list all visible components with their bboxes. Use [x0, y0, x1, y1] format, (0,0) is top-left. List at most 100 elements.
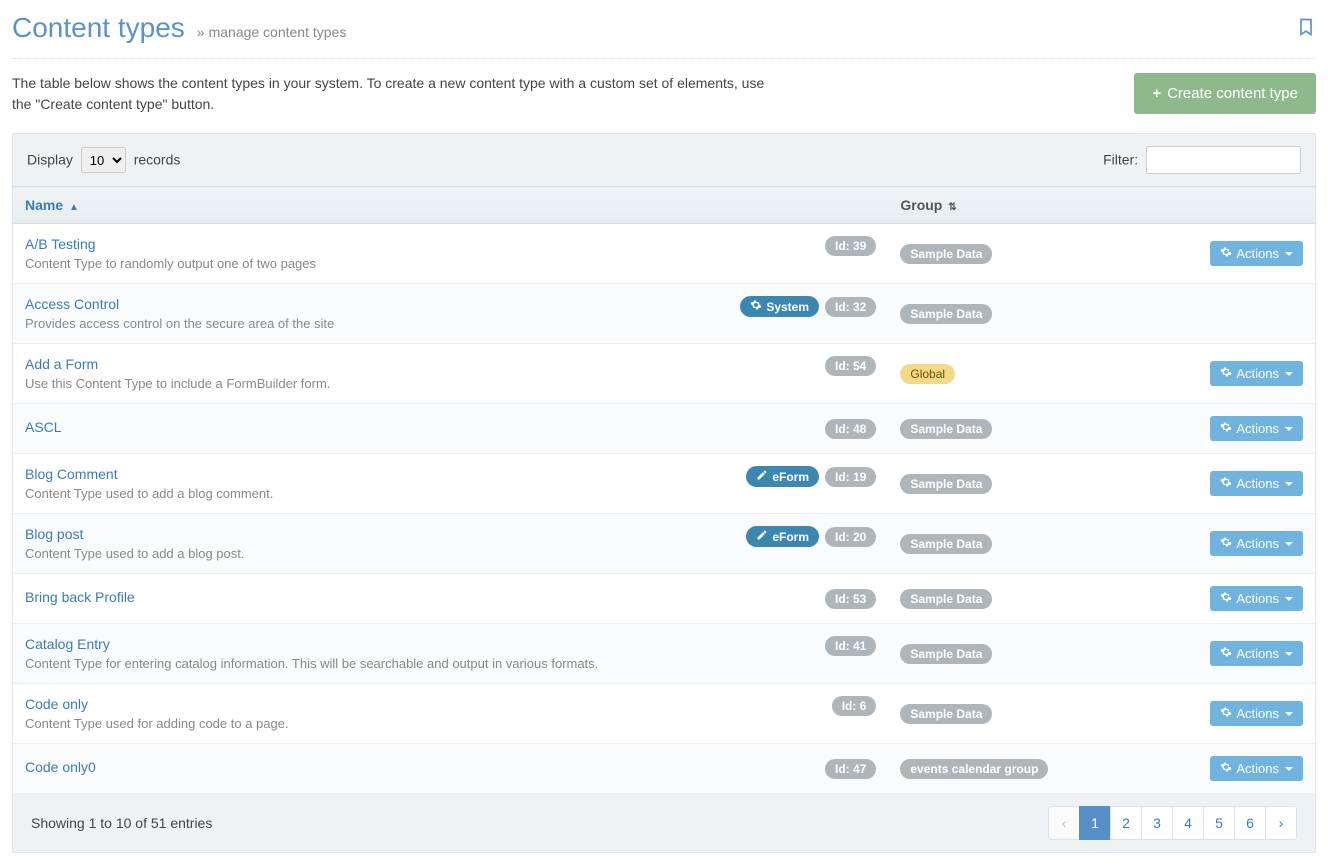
actions-label: Actions — [1236, 591, 1279, 606]
id-badge: Id: 32 — [825, 297, 876, 317]
table-row: Blog postContent Type used to add a blog… — [13, 514, 1315, 574]
table-row: A/B Testing Content Type to randomly outp… — [13, 224, 1315, 284]
gear-icon — [1220, 591, 1232, 606]
gear-icon — [1220, 476, 1232, 491]
content-type-name-link[interactable]: Catalog Entry — [25, 636, 809, 652]
group-cell: Sample Data — [888, 624, 1198, 684]
page-subtitle: »manage content types — [197, 24, 347, 40]
bookmark-icon[interactable] — [1296, 17, 1316, 43]
actions-button[interactable]: Actions — [1210, 531, 1303, 556]
name-cell: Blog Comment Content Type used to add a b… — [13, 454, 888, 514]
plus-icon: + — [1152, 85, 1161, 102]
pagination-page[interactable]: 3 — [1141, 806, 1173, 840]
group-badge: Sample Data — [900, 244, 992, 264]
row-tags: Id: 47 — [825, 759, 876, 779]
group-cell: Sample Data — [888, 514, 1198, 574]
actions-cell: Actions — [1198, 404, 1315, 454]
caret-down-icon — [1285, 712, 1293, 716]
table-row: Catalog Entry Content Type for entering c… — [13, 624, 1315, 684]
pagination-page[interactable]: 2 — [1110, 806, 1142, 840]
group-cell: Sample Data — [888, 684, 1198, 744]
row-tags: Id: 41 — [825, 636, 876, 656]
group-cell: events calendar group — [888, 744, 1198, 794]
filter-control: Filter: — [1103, 146, 1301, 174]
chevron-right-icon: » — [197, 24, 205, 40]
group-cell: Sample Data — [888, 454, 1198, 514]
row-tags: System Id: 32 — [740, 296, 876, 317]
actions-cell — [1198, 284, 1315, 344]
actions-button[interactable]: Actions — [1210, 241, 1303, 266]
content-type-name-link[interactable]: Code only — [25, 696, 816, 712]
pagination-page[interactable]: 1 — [1079, 806, 1111, 840]
caret-down-icon — [1285, 767, 1293, 771]
name-cell: Blog postContent Type used to add a blog… — [13, 514, 888, 574]
page-subtitle-text: manage content types — [209, 24, 347, 40]
table-row: Bring back ProfileId: 53Sample DataActio… — [13, 574, 1315, 624]
group-badge: events calendar group — [900, 759, 1048, 779]
pagination-page[interactable]: 6 — [1234, 806, 1266, 840]
column-header-group[interactable]: Group ⇅ — [888, 187, 1198, 224]
content-type-description: Content Type to randomly output one of t… — [25, 256, 809, 271]
table-panel: Display 10 records Filter: Name ▲ Group … — [12, 133, 1316, 853]
group-badge: Sample Data — [900, 534, 992, 554]
pagination-next[interactable]: › — [1265, 806, 1297, 840]
intro-row: The table below shows the content types … — [12, 73, 1316, 115]
gear-icon — [1220, 706, 1232, 721]
content-type-description: Content Type used to add a blog comment. — [25, 486, 730, 501]
name-cell: Bring back ProfileId: 53 — [13, 574, 888, 624]
actions-cell: Actions — [1198, 744, 1315, 794]
display-label-pre: Display — [27, 152, 73, 168]
display-records-select[interactable]: 10 — [81, 147, 126, 173]
content-type-name-link[interactable]: Access Control — [25, 296, 724, 312]
pagination-page[interactable]: 5 — [1203, 806, 1235, 840]
gear-icon — [1220, 646, 1232, 661]
actions-button[interactable]: Actions — [1210, 641, 1303, 666]
actions-button[interactable]: Actions — [1210, 756, 1303, 781]
pagination-page[interactable]: 4 — [1172, 806, 1204, 840]
intro-text: The table below shows the content types … — [12, 73, 772, 115]
actions-button[interactable]: Actions — [1210, 471, 1303, 496]
content-type-name-link[interactable]: A/B Testing — [25, 236, 809, 252]
pagination-prev[interactable]: ‹ — [1048, 806, 1080, 840]
gear-icon — [1220, 421, 1232, 436]
tag-badge: eForm — [746, 466, 819, 487]
caret-down-icon — [1285, 482, 1293, 486]
table-row: Access ControlProvides access control on… — [13, 284, 1315, 344]
caret-down-icon — [1285, 597, 1293, 601]
actions-label: Actions — [1236, 646, 1279, 661]
id-badge: Id: 20 — [825, 527, 876, 547]
actions-cell: Actions — [1198, 454, 1315, 514]
column-header-actions — [1198, 187, 1315, 224]
content-type-description: Content Type for entering catalog inform… — [25, 656, 809, 671]
name-cell: Code onlyContent Type used for adding co… — [13, 684, 888, 744]
content-type-name-link[interactable]: Blog Comment — [25, 466, 730, 482]
content-type-name-link[interactable]: Bring back Profile — [25, 589, 809, 605]
chevron-right-icon: › — [1279, 815, 1284, 831]
id-badge: Id: 54 — [825, 356, 876, 376]
content-type-name-link[interactable]: Add a Form — [25, 356, 809, 372]
row-tags: Id: 48 — [825, 419, 876, 439]
id-badge: Id: 47 — [825, 759, 876, 779]
table-row: Code onlyContent Type used for adding co… — [13, 684, 1315, 744]
id-badge: Id: 6 — [832, 696, 877, 716]
gear-icon — [1220, 536, 1232, 551]
actions-button[interactable]: Actions — [1210, 701, 1303, 726]
gears-icon — [750, 299, 762, 314]
actions-button[interactable]: Actions — [1210, 361, 1303, 386]
filter-input[interactable] — [1146, 146, 1301, 174]
tag-label: System — [766, 300, 809, 314]
caret-down-icon — [1285, 652, 1293, 656]
edit-icon — [756, 529, 768, 544]
actions-button[interactable]: Actions — [1210, 586, 1303, 611]
column-header-name[interactable]: Name ▲ — [13, 187, 888, 224]
actions-label: Actions — [1236, 476, 1279, 491]
name-cell: Access ControlProvides access control on… — [13, 284, 888, 344]
content-type-name-link[interactable]: Code only0 — [25, 759, 809, 775]
actions-button[interactable]: Actions — [1210, 416, 1303, 441]
actions-cell: Actions — [1198, 624, 1315, 684]
row-tags: eFormId: 19 — [746, 466, 876, 487]
content-type-name-link[interactable]: ASCL — [25, 419, 809, 435]
actions-cell: Actions — [1198, 224, 1315, 284]
create-content-type-button[interactable]: + Create content type — [1134, 73, 1316, 114]
content-type-name-link[interactable]: Blog post — [25, 526, 730, 542]
